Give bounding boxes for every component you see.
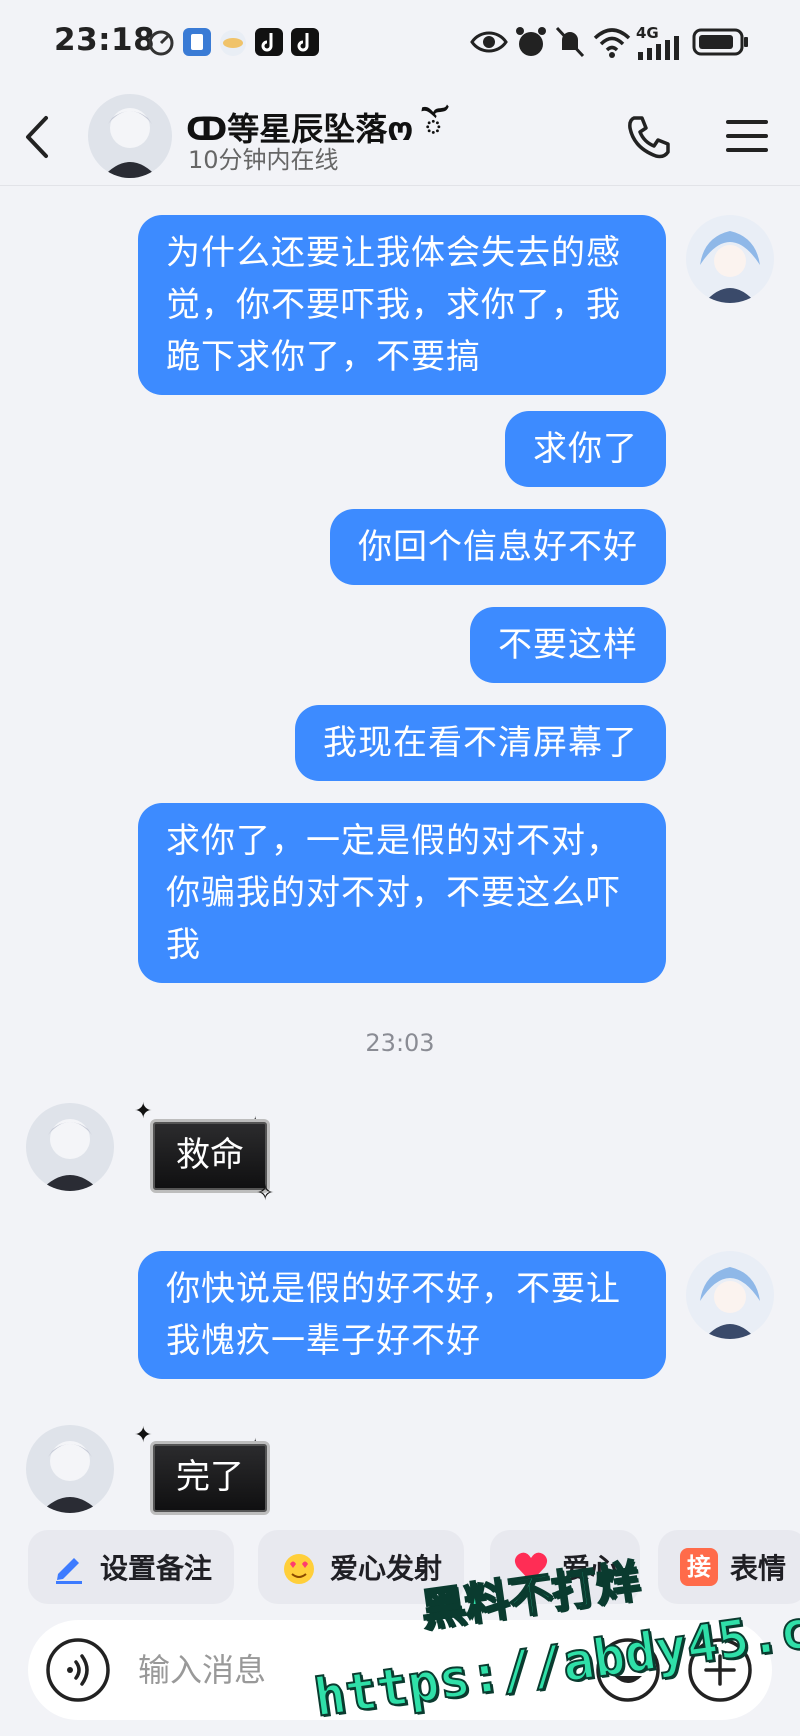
avatar-image	[26, 1103, 114, 1191]
alarm-icon	[516, 27, 546, 56]
sticker-icon: 接	[680, 1548, 718, 1586]
wifi-icon	[593, 28, 631, 58]
avatar-image	[686, 1251, 774, 1339]
set-remark-button[interactable]: 设置备注	[28, 1530, 235, 1604]
back-arrow-icon[interactable]	[18, 112, 58, 162]
quick-action-bar: 设置备注 爱心发射 爱心 接 表情	[0, 1526, 800, 1610]
message-timestamp: 23:03	[365, 1029, 435, 1057]
avatar-image	[686, 215, 774, 303]
tiktok-icon	[291, 28, 319, 56]
message-bubble-outgoing[interactable]: 求你了，一定是假的对不对，你骗我的对不对，不要这么吓我	[138, 803, 666, 983]
mute-bell-icon	[555, 26, 585, 58]
message-bubble-outgoing[interactable]: 我现在看不清屏幕了	[295, 705, 666, 781]
avatar-image	[26, 1425, 114, 1513]
message-bubble-outgoing[interactable]: 你快说是假的好不好，不要让我愧疚一辈子好不好	[138, 1251, 666, 1379]
tiktok-icon	[255, 28, 283, 56]
signal-icon	[638, 36, 679, 60]
message-bubble-outgoing[interactable]: 你回个信息好不好	[330, 509, 666, 585]
app-notification-icon	[183, 28, 211, 56]
contact-avatar[interactable]	[26, 1103, 114, 1191]
chip-label: 表情	[730, 1552, 787, 1585]
heart-eyes-emoji-icon	[284, 1554, 314, 1584]
sticker-message[interactable]: 救命	[150, 1119, 270, 1193]
message-bubble-outgoing[interactable]: 为什么还要让我体会失去的感觉，你不要吓我，求你了，我跪下求你了，不要搞	[138, 215, 666, 395]
sparkle-deco-icon: ✧	[256, 1181, 275, 1206]
my-avatar[interactable]	[686, 1251, 774, 1339]
phone-call-icon[interactable]	[624, 112, 674, 162]
gauge-icon	[148, 30, 174, 56]
eye-icon	[470, 31, 508, 53]
message-bubble-outgoing[interactable]: 不要这样	[470, 607, 666, 683]
butterfly-deco-icon: ✦	[134, 1099, 153, 1124]
status-time: 23:18	[54, 22, 156, 58]
battery-icon	[692, 28, 748, 56]
app-notification-icon	[220, 30, 246, 56]
sticker-message[interactable]: 完了	[150, 1441, 270, 1515]
chat-header: ↀ等星辰坠落ო ོ 10分钟内在线	[0, 88, 800, 186]
status-bar: 23:18 4G	[0, 0, 800, 88]
message-bubble-outgoing[interactable]: 求你了	[505, 411, 666, 487]
voice-input-icon[interactable]	[44, 1636, 112, 1704]
contact-online-status: 10分钟内在线	[188, 146, 339, 174]
contact-avatar[interactable]	[88, 94, 172, 178]
chat-message-list[interactable]: 为什么还要让我体会失去的感觉，你不要吓我，求你了，我跪下求你了，不要搞 求你了 …	[0, 187, 800, 1515]
avatar-image	[88, 94, 172, 178]
contact-avatar[interactable]	[26, 1425, 114, 1513]
menu-icon[interactable]	[724, 114, 770, 158]
my-avatar[interactable]	[686, 215, 774, 303]
pencil-icon	[56, 1558, 82, 1584]
sticker-button[interactable]: 接 表情	[658, 1530, 800, 1604]
chip-label: 设置备注	[100, 1552, 213, 1585]
